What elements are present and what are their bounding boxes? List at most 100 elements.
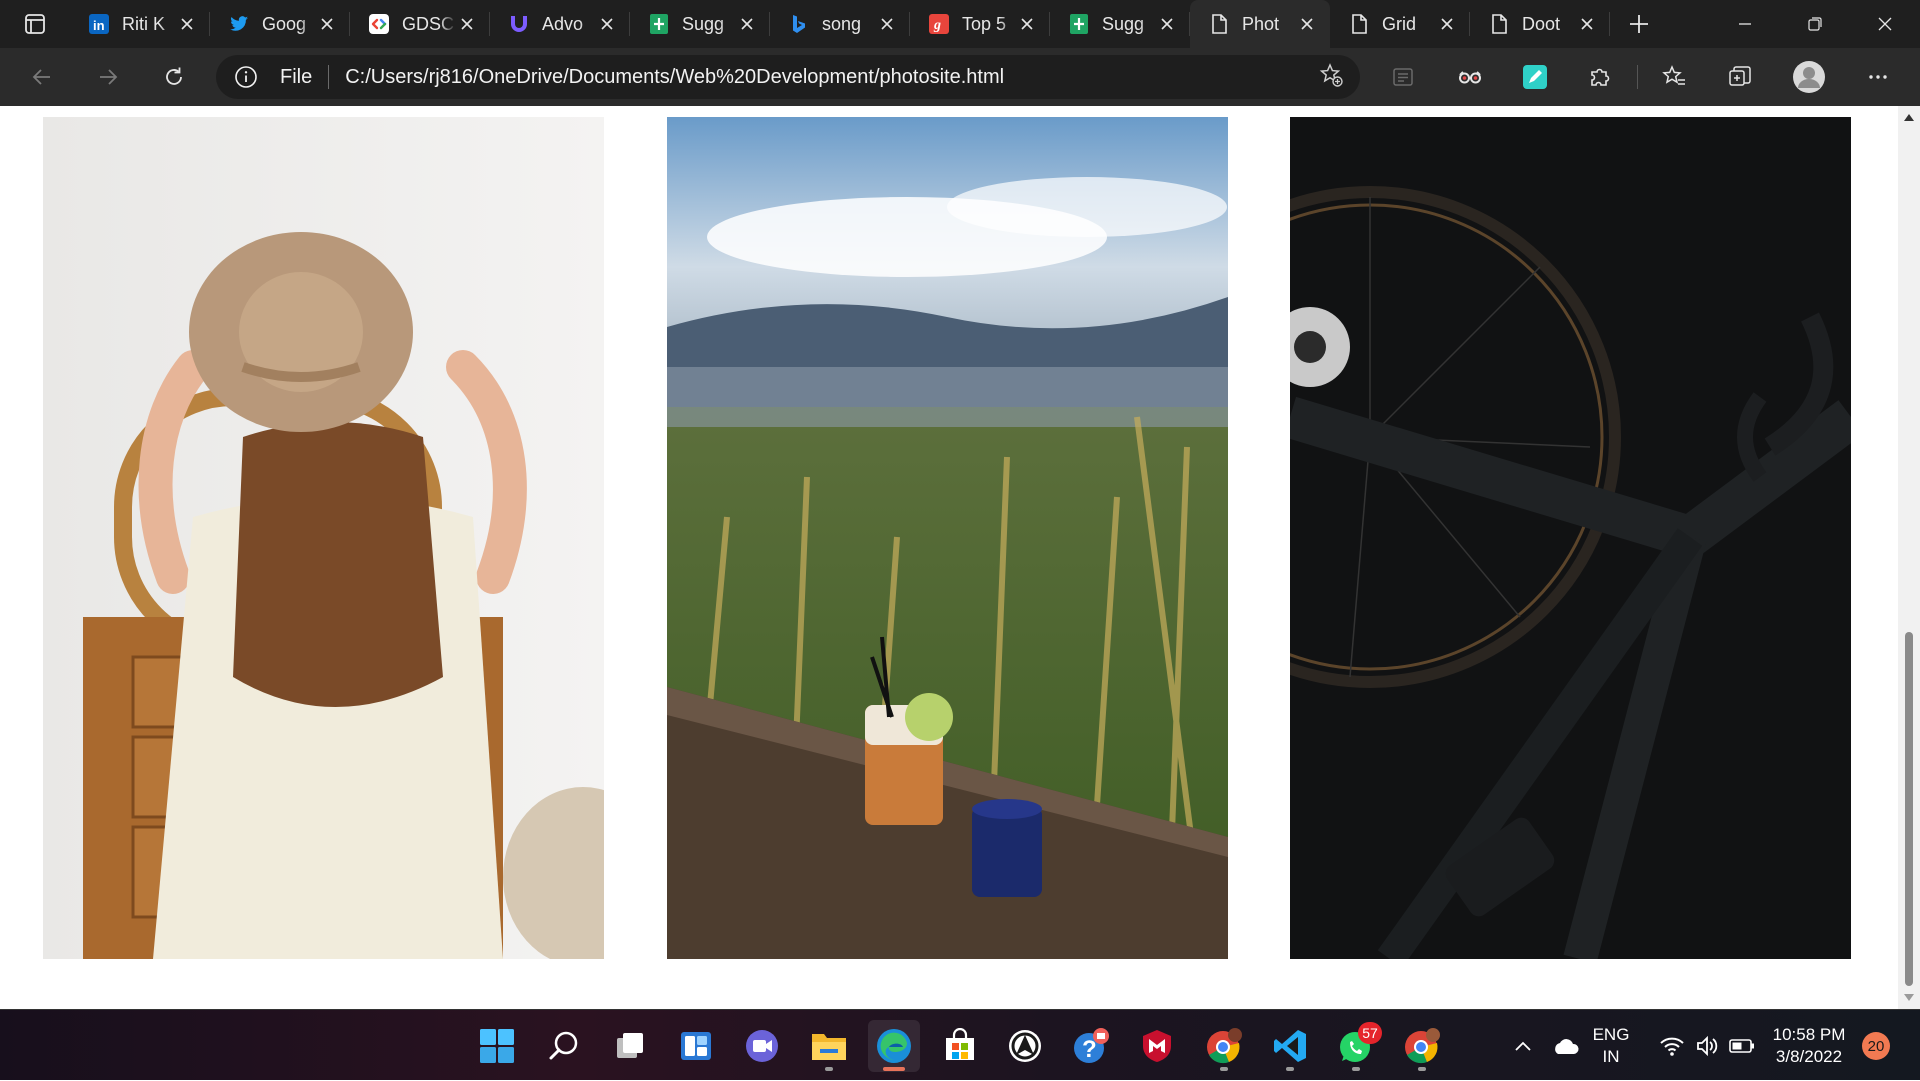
scrollbar-thumb[interactable] bbox=[1905, 632, 1913, 986]
extensions-button[interactable] bbox=[1570, 48, 1630, 106]
page-icon bbox=[1488, 13, 1510, 35]
new-tab-button[interactable] bbox=[1610, 0, 1668, 48]
restore-button[interactable] bbox=[1780, 0, 1850, 48]
tab-bing[interactable]: song bbox=[770, 0, 910, 48]
file-explorer-button[interactable] bbox=[803, 1020, 855, 1072]
whatsapp-button[interactable]: 57 bbox=[1330, 1020, 1382, 1072]
clock-time: 10:58 PM bbox=[1772, 1024, 1846, 1044]
twitter-icon bbox=[228, 13, 250, 35]
tab-gdsc[interactable]: GDSC bbox=[350, 0, 490, 48]
region-code: IN bbox=[1602, 1046, 1620, 1066]
tab-top5[interactable]: g Top 5 bbox=[910, 0, 1050, 48]
tab-close-icon[interactable] bbox=[1156, 13, 1178, 35]
chrome-icon bbox=[1405, 1028, 1440, 1064]
plus-icon bbox=[1630, 15, 1648, 33]
tab-list: in Riti K Goog GDSC Advo Sugg song g Top… bbox=[70, 0, 1668, 48]
reading-view-button[interactable] bbox=[1373, 48, 1433, 106]
volume-icon bbox=[1697, 1035, 1718, 1056]
onedrive-button[interactable] bbox=[1543, 1010, 1587, 1081]
chrome-profile-button[interactable] bbox=[1198, 1020, 1250, 1072]
extension-pen-button[interactable] bbox=[1505, 48, 1565, 106]
tab-close-icon[interactable] bbox=[1016, 13, 1038, 35]
chevron-up-icon bbox=[1515, 1041, 1531, 1051]
minimize-button[interactable] bbox=[1710, 0, 1780, 48]
woman-in-hat-photo bbox=[43, 117, 604, 959]
running-indicator bbox=[825, 1067, 833, 1071]
extension-glasses-button[interactable] bbox=[1440, 48, 1500, 106]
page-scrollbar[interactable] bbox=[1898, 106, 1920, 1009]
tab-photosite[interactable]: Phot bbox=[1190, 0, 1330, 48]
tab-grid[interactable]: Grid bbox=[1330, 0, 1470, 48]
url-text[interactable]: C:/Users/rj816/OneDrive/Documents/Web%20… bbox=[345, 66, 1004, 89]
tab-close-icon[interactable] bbox=[1576, 13, 1598, 35]
tab-close-icon[interactable] bbox=[596, 13, 618, 35]
task-view-icon bbox=[617, 1033, 643, 1058]
tab-sheets-2[interactable]: Sugg bbox=[1050, 0, 1190, 48]
drink-on-railing-photo bbox=[667, 117, 1228, 959]
tab-sheets-1[interactable]: Sugg bbox=[630, 0, 770, 48]
taskbar-search-button[interactable] bbox=[538, 1020, 590, 1072]
tab-advo[interactable]: Advo bbox=[490, 0, 630, 48]
tab-close-icon[interactable] bbox=[1296, 13, 1318, 35]
reading-view-icon bbox=[1393, 68, 1413, 86]
clock-button[interactable]: 10:58 PM 3/8/2022 bbox=[1766, 1010, 1852, 1081]
tab-close-icon[interactable] bbox=[176, 13, 198, 35]
forward-button[interactable] bbox=[75, 48, 141, 106]
tab-title: song bbox=[822, 13, 862, 34]
tab-close-icon[interactable] bbox=[1436, 13, 1458, 35]
get-help-button[interactable]: ? bbox=[1065, 1020, 1117, 1072]
tab-close-icon[interactable] bbox=[316, 13, 338, 35]
active-indicator bbox=[883, 1067, 905, 1071]
scroll-up-arrow-icon[interactable] bbox=[1898, 108, 1920, 126]
tab-twitter[interactable]: Goog bbox=[210, 0, 350, 48]
tab-linkedin[interactable]: in Riti K bbox=[70, 0, 210, 48]
avatar-icon bbox=[1793, 61, 1825, 93]
github-button[interactable] bbox=[999, 1020, 1051, 1072]
battery-icon bbox=[1729, 1038, 1754, 1053]
wifi-icon bbox=[1660, 1037, 1684, 1056]
tab-title: Phot bbox=[1242, 13, 1280, 34]
microsoft-store-icon bbox=[946, 1028, 974, 1060]
settings-menu-button[interactable] bbox=[1848, 48, 1908, 106]
widgets-button[interactable] bbox=[670, 1020, 722, 1072]
notification-count-badge[interactable]: 20 bbox=[1862, 1032, 1890, 1060]
teams-chat-button[interactable] bbox=[736, 1020, 788, 1072]
task-view-button[interactable] bbox=[604, 1020, 656, 1072]
tab-title: Top 5 bbox=[962, 13, 1007, 34]
back-button[interactable] bbox=[9, 48, 75, 106]
running-indicator bbox=[1220, 1067, 1228, 1071]
profile-button[interactable] bbox=[1779, 48, 1839, 106]
language-code: ENG bbox=[1592, 1024, 1630, 1044]
address-bar[interactable]: File C:/Users/rj816/OneDrive/Documents/W… bbox=[216, 55, 1360, 99]
widgets-icon bbox=[681, 1032, 711, 1060]
edge-button[interactable] bbox=[868, 1020, 920, 1072]
start-button[interactable] bbox=[471, 1020, 523, 1072]
clock-date: 3/8/2022 bbox=[1775, 1046, 1843, 1066]
collections-button[interactable] bbox=[1710, 48, 1770, 106]
tab-actions-button[interactable] bbox=[0, 0, 70, 48]
magnet-icon bbox=[508, 13, 530, 35]
tab-close-icon[interactable] bbox=[876, 13, 898, 35]
language-indicator[interactable]: ENG IN bbox=[1590, 1010, 1632, 1081]
close-window-button[interactable] bbox=[1850, 0, 1920, 48]
tab-title: Riti K bbox=[122, 13, 166, 34]
scroll-down-arrow-icon[interactable] bbox=[1898, 989, 1920, 1007]
refresh-button[interactable] bbox=[141, 48, 207, 106]
show-hidden-icons-button[interactable] bbox=[1503, 1010, 1543, 1081]
site-info-icon[interactable] bbox=[234, 65, 280, 89]
get-help-icon: ? bbox=[1074, 1028, 1109, 1063]
quick-settings-button[interactable] bbox=[1652, 1010, 1762, 1081]
microsoft-store-button[interactable] bbox=[934, 1020, 986, 1072]
favorites-button[interactable] bbox=[1644, 48, 1704, 106]
mcafee-button[interactable] bbox=[1131, 1020, 1183, 1072]
tab-close-icon[interactable] bbox=[456, 13, 478, 35]
tab-doot[interactable]: Doot bbox=[1470, 0, 1610, 48]
page-icon bbox=[1348, 13, 1370, 35]
windows-taskbar: ? 57 ENG IN 10:58 PM 3/8/2022 20 bbox=[0, 1009, 1920, 1080]
chrome-button[interactable] bbox=[1396, 1020, 1448, 1072]
add-favorite-icon[interactable] bbox=[1318, 62, 1344, 93]
tab-close-icon[interactable] bbox=[736, 13, 758, 35]
vscode-button[interactable] bbox=[1264, 1020, 1316, 1072]
tab-title: Sugg bbox=[682, 13, 725, 34]
chrome-profile-icon bbox=[1207, 1028, 1242, 1064]
